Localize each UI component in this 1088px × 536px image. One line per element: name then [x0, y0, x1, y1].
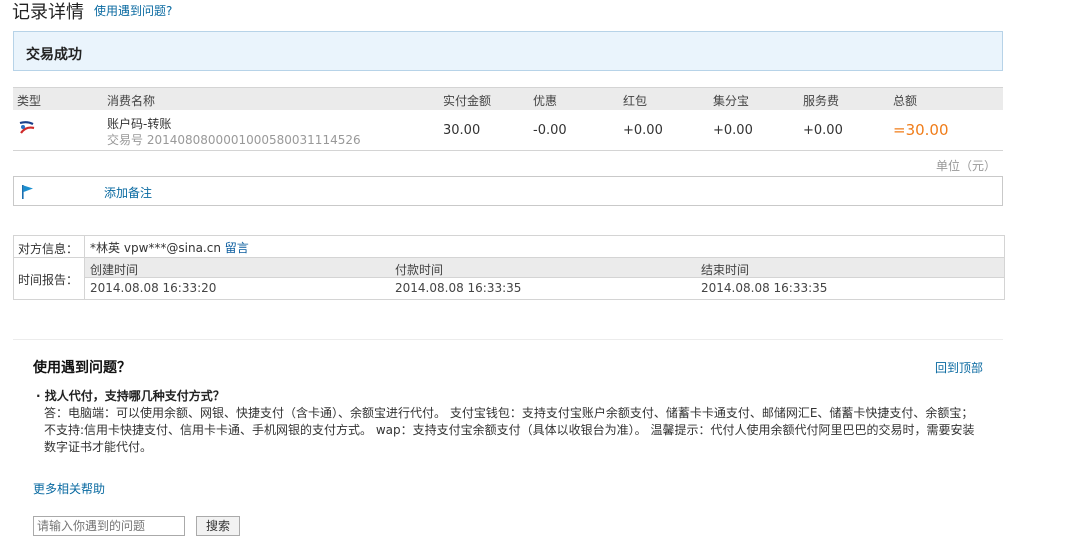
created-time: 2014.08.08 16:33:20: [90, 281, 217, 295]
table-row: 账户码-转账 交易号 2014080800001000580031114526 …: [13, 110, 1003, 151]
transfer-icon: [18, 120, 36, 139]
more-help-link[interactable]: 更多相关帮助: [33, 480, 105, 497]
transaction-table: 类型 消费名称 实付金额 优惠 红包 集分宝 服务费 总额 账户码-转账 交易号…: [13, 87, 1003, 151]
help-search-input[interactable]: [33, 516, 185, 536]
leave-message-link[interactable]: 留言: [225, 241, 249, 255]
payment-time: 2014.08.08 16:33:35: [395, 281, 522, 295]
discount-amount: -0.00: [533, 123, 567, 138]
created-time-header: 创建时间: [90, 263, 139, 277]
section-divider: [13, 339, 1003, 340]
table-header: 类型 消费名称 实付金额 优惠 红包 集分宝 服务费 总额: [13, 87, 1003, 110]
red-packet-amount: +0.00: [623, 123, 663, 138]
unit-note: 单位（元）: [936, 159, 997, 173]
col-service-fee: 服务费: [803, 94, 840, 108]
col-type: 类型: [17, 94, 42, 108]
help-search-button[interactable]: 搜索: [196, 516, 240, 536]
col-red-packet: 红包: [623, 94, 648, 108]
end-time: 2014.08.08 16:33:35: [701, 281, 828, 295]
consumption-name: 账户码-转账: [107, 117, 172, 131]
time-report-label: 时间报告：: [18, 273, 79, 287]
back-to-top-link[interactable]: 回到顶部: [935, 359, 983, 376]
paid-amount: 30.00: [443, 123, 481, 138]
faq-answer: 答：电脑端：可以使用余额、网银、快捷支付（含卡通）、余额宝进行代付。 支付宝钱包…: [44, 406, 975, 454]
status-text: 交易成功: [26, 47, 82, 63]
counterparty-account: vpw***@sina.cn: [123, 241, 221, 255]
col-total: 总额: [893, 94, 918, 108]
time-report-header: 创建时间 付款时间 结束时间: [85, 258, 1004, 278]
service-fee-amount: +0.00: [803, 123, 843, 138]
time-report-values: 2014.08.08 16:33:20 2014.08.08 16:33:35 …: [85, 278, 1004, 299]
flag-icon: [21, 184, 35, 203]
faq-title: 使用遇到问题？: [33, 360, 131, 376]
points-amount: +0.00: [713, 123, 753, 138]
counterparty-info-table: 对方信息： *林英 vpw***@sina.cn 留言 时间报告： 创建时间 付…: [13, 235, 1005, 300]
end-time-header: 结束时间: [701, 263, 750, 277]
counterparty-label-cell: 对方信息：: [14, 236, 85, 258]
transaction-number: 交易号 2014080800001000580031114526: [107, 133, 361, 147]
counterparty-name: *林英: [90, 241, 121, 255]
time-report-label-cell: 时间报告：: [14, 258, 85, 299]
bullet-icon: ·: [36, 389, 45, 403]
counterparty-label: 对方信息：: [18, 242, 79, 256]
faq-question[interactable]: · 找人代付，支持哪几种支付方式？: [36, 387, 225, 404]
counterparty-value: *林英 vpw***@sina.cn 留言: [90, 239, 249, 256]
remark-box: 添加备注: [13, 176, 1003, 206]
total-amount: =30.00: [893, 121, 949, 139]
add-remark-link[interactable]: 添加备注: [104, 184, 152, 201]
col-name: 消费名称: [107, 94, 156, 108]
status-banner: 交易成功: [13, 31, 1003, 71]
col-points: 集分宝: [713, 94, 750, 108]
col-discount: 优惠: [533, 94, 558, 108]
help-link[interactable]: 使用遇到问题?: [94, 2, 172, 19]
payment-time-header: 付款时间: [395, 263, 444, 277]
col-paid: 实付金额: [443, 94, 492, 108]
page-title: 记录详情: [12, 2, 84, 23]
